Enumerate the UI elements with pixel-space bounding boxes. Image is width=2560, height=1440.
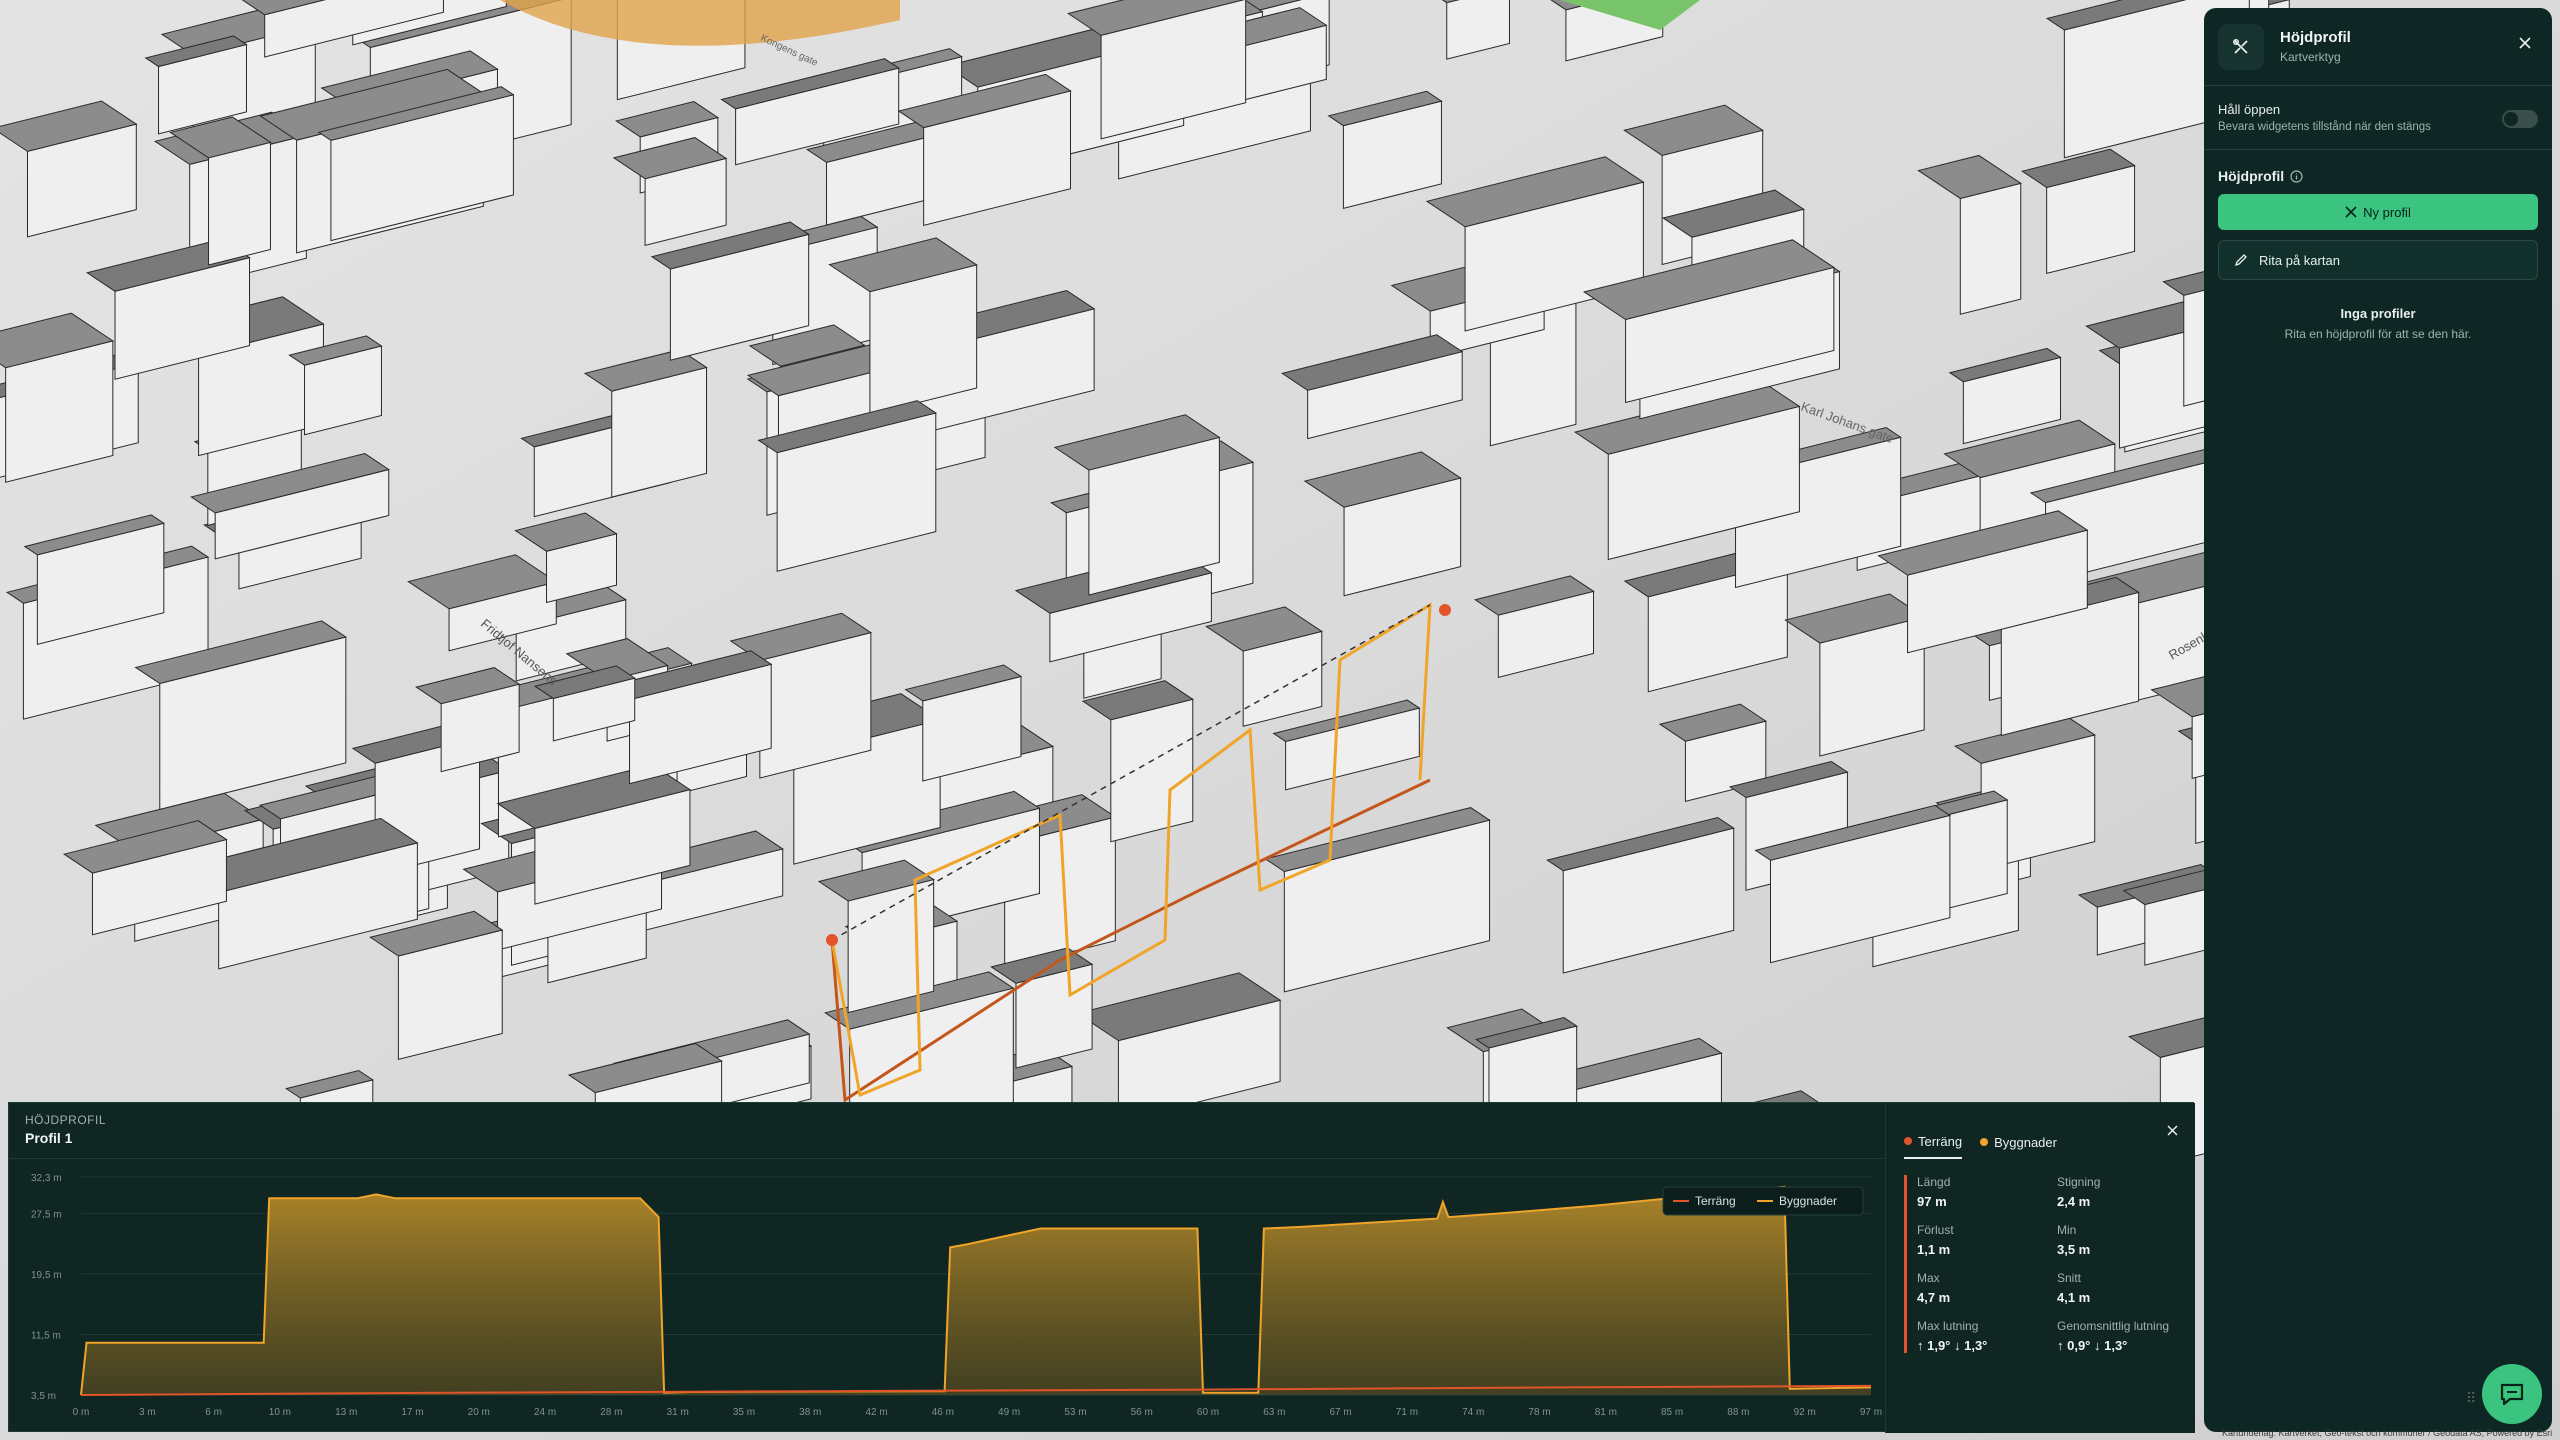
empty-state: Inga profiler Rita en höjdprofil för att…: [2204, 306, 2552, 341]
stat-avg-slope: Genomsnittlig lutning ↑ 0,9° ↓ 1,3°: [2057, 1319, 2170, 1353]
x-tick-label: 38 m: [799, 1407, 821, 1418]
legend-buildings: Byggnader: [1779, 1194, 1837, 1208]
keep-open-label: Håll öppen: [2218, 102, 2281, 117]
x-tick-label: 85 m: [1661, 1407, 1683, 1418]
pencil-icon: [2234, 254, 2247, 267]
x-tick-label: 20 m: [468, 1407, 490, 1418]
stat-min: Min 3,5 m: [2057, 1223, 2091, 1257]
x-tick-label: 35 m: [733, 1407, 755, 1418]
stat-grid: Längd 97 m Stigning 2,4 m Förlust 1,1 m Min…: [1904, 1175, 2184, 1353]
y-tick-label: 3,5 m: [31, 1391, 56, 1402]
stat-length: Längd 97 m: [1917, 1175, 1951, 1209]
x-tick-label: 17 m: [401, 1407, 423, 1418]
close-profile-button[interactable]: [2159, 1117, 2185, 1143]
x-tick-label: 67 m: [1330, 1407, 1352, 1418]
buildings-dot: [1980, 1138, 1989, 1146]
y-tick-label: 27,5 m: [31, 1209, 62, 1220]
x-tick-label: 56 m: [1131, 1407, 1153, 1418]
y-tick-label: 19,5 m: [31, 1270, 62, 1281]
section-title-label: Höjdprofil: [2218, 168, 2285, 184]
stat-max: Max 4,7 m: [1917, 1271, 1951, 1305]
tab-buildings[interactable]: Byggnader: [1980, 1125, 2057, 1159]
widget-header: Höjdprofil Kartverktyg: [2204, 8, 2552, 86]
x-tick-label: 3 m: [139, 1407, 156, 1418]
x-tick-label: 92 m: [1794, 1407, 1816, 1418]
elevation-chart[interactable]: 32,3 m 27,5 m 19,5 m 11,5 m 3,5 m 0 m 3 m 6 m 10…: [9, 1159, 1885, 1433]
draw-on-map-label: Rita på kartan: [2259, 252, 2340, 268]
keep-open-toggle[interactable]: [2502, 110, 2538, 128]
x-tick-label: 74 m: [1462, 1407, 1484, 1418]
chat-button[interactable]: [2482, 1364, 2542, 1424]
close-icon: [2166, 1124, 2178, 1136]
chart-legend: Terräng Byggnader: [1662, 1186, 1864, 1216]
x-tick-label: 97 m: [1860, 1407, 1882, 1418]
x-tick-label: 88 m: [1727, 1407, 1749, 1418]
tab-terrain[interactable]: Terräng: [1904, 1125, 1963, 1159]
drag-handle-icon[interactable]: ⠿: [2466, 1390, 2476, 1407]
x-tick-label: 28 m: [600, 1407, 622, 1418]
legend-terrain: Terräng: [1695, 1194, 1736, 1208]
x-tick-label: 31 m: [667, 1407, 689, 1418]
x-tick-label: 63 m: [1263, 1407, 1285, 1418]
widget-subtitle: Kartverktyg: [2280, 50, 2341, 64]
y-tick-label: 32,3 m: [31, 1173, 62, 1184]
stat-gain: Stigning 2,4 m: [2057, 1175, 2101, 1209]
stat-avg: Snitt 4,1 m: [2057, 1271, 2091, 1305]
profile-name: Profil 1: [25, 1130, 73, 1146]
tab-buildings-label: Byggnader: [1994, 1134, 2057, 1150]
widget-panel: Höjdprofil Kartverktyg Håll öppen Bevara…: [2204, 8, 2552, 1432]
tools-icon: [2218, 23, 2264, 70]
x-tick-label: 46 m: [932, 1407, 954, 1418]
x-tick-label: 10 m: [269, 1407, 291, 1418]
profile-stats: Terräng Byggnader Längd 97 m Stigning 2,4 …: [1885, 1103, 2195, 1433]
buildings-area: [81, 1186, 1871, 1395]
keep-open-description: Bevara widgetens tillstånd när den stäng…: [2218, 121, 2431, 133]
draw-on-map-button[interactable]: Rita på kartan: [2218, 240, 2538, 280]
empty-state-description: Rita en höjdprofil för att se den här.: [2284, 327, 2472, 341]
close-icon: [2519, 37, 2531, 49]
chat-icon: [2500, 1383, 2524, 1406]
x-tick-label: 24 m: [534, 1407, 556, 1418]
x-tick-label: 71 m: [1396, 1407, 1418, 1418]
terrain-dot: [1904, 1137, 1912, 1145]
x-tick-label: 49 m: [998, 1407, 1020, 1418]
info-icon[interactable]: [2290, 169, 2303, 183]
x-tick-label: 81 m: [1595, 1407, 1617, 1418]
new-profile-button[interactable]: Ny profil: [2218, 194, 2538, 230]
section-title: Höjdprofil: [2218, 168, 2538, 184]
x-tick-label: 78 m: [1528, 1407, 1550, 1418]
x-tick-label: 6 m: [205, 1407, 222, 1418]
keep-open-row: Håll öppen Bevara widgetens tillstånd nä…: [2204, 86, 2552, 150]
widget-title: Höjdprofil: [2280, 29, 2351, 46]
profile-kicker: HÖJDPROFIL: [25, 1113, 107, 1127]
map-attribution: Kartunderlag: Kartverket, Geo-tekst och …: [2222, 1428, 2553, 1438]
close-icon: [2345, 206, 2357, 218]
x-tick-label: 13 m: [335, 1407, 357, 1418]
stat-loss: Förlust 1,1 m: [1917, 1223, 1954, 1257]
x-tick-label: 53 m: [1064, 1407, 1086, 1418]
elevation-profile-panel: HÖJDPROFIL Profil 1 32,3 m 27,5 m 19,5 m 11…: [8, 1102, 2195, 1433]
layer-tabs: Terräng Byggnader: [1886, 1103, 2195, 1159]
x-tick-label: 60 m: [1197, 1407, 1219, 1418]
close-widget-button[interactable]: [2510, 28, 2540, 58]
y-tick-label: 11,5 m: [31, 1330, 61, 1341]
tab-terrain-label: Terräng: [1918, 1133, 1963, 1149]
x-tick-label: 0 m: [73, 1407, 90, 1418]
new-profile-label: Ny profil: [2363, 204, 2411, 220]
stat-max-slope: Max lutning ↑ 1,9° ↓ 1,3°: [1917, 1319, 1988, 1353]
x-tick-label: 42 m: [865, 1407, 887, 1418]
empty-state-title: Inga profiler: [2340, 306, 2416, 321]
